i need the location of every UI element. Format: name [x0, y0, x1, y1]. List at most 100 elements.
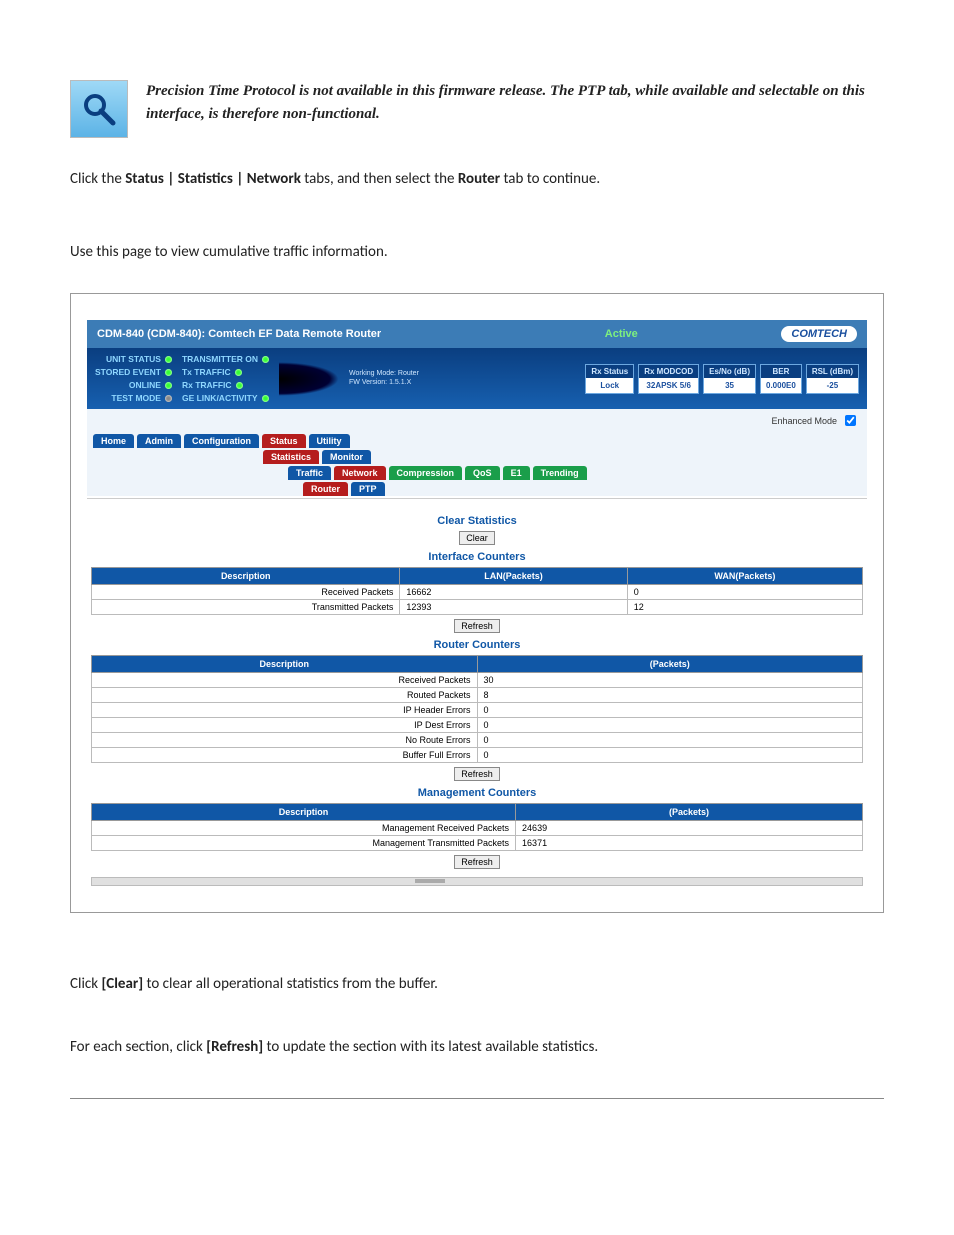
tab-home[interactable]: Home [93, 434, 134, 448]
intro-paragraph-1: Click the Status | Statistics | Network … [70, 168, 884, 191]
cell: 0 [477, 703, 863, 718]
interface-counters-table: Description LAN(Packets) WAN(Packets) Re… [91, 567, 863, 615]
table-row: Received Packets166620 [92, 585, 863, 600]
text-bold: [Clear] [101, 975, 143, 993]
led-label: TRANSMITTER ON [182, 354, 258, 364]
cell: IP Header Errors [92, 703, 478, 718]
col-wan: WAN(Packets) [627, 568, 862, 585]
table-row: Transmitted Packets1239312 [92, 600, 863, 615]
cell: 16662 [400, 585, 627, 600]
working-mode-text: Working Mode: Router FW Version: 1.5.1.X [349, 370, 419, 387]
text: to update the section with its latest av… [263, 1038, 598, 1056]
led-label: Tx TRAFFIC [182, 367, 231, 377]
text: Click [70, 975, 101, 993]
table-row: IP Dest Errors0 [92, 718, 863, 733]
rx-value: 0.000E0 [761, 378, 801, 393]
table-row: Management Transmitted Packets16371 [92, 836, 863, 851]
status-band: UNIT STATUS STORED EVENT ONLINE TEST MOD… [87, 348, 867, 409]
tab-configuration[interactable]: Configuration [184, 434, 259, 448]
clear-button[interactable]: Clear [459, 531, 495, 545]
col-description: Description [92, 656, 478, 673]
led-icon [262, 395, 269, 402]
tab-trending[interactable]: Trending [533, 466, 587, 480]
enhanced-mode-row: Enhanced Mode [87, 409, 867, 432]
led-label: STORED EVENT [95, 367, 161, 377]
brand-logo: COMTECH [781, 326, 857, 342]
led-label: GE LINK/ACTIVITY [182, 393, 258, 403]
tab-traffic[interactable]: Traffic [288, 466, 331, 480]
enhanced-mode-checkbox[interactable] [845, 415, 856, 426]
tab-e1[interactable]: E1 [503, 466, 530, 480]
tab-compression[interactable]: Compression [389, 466, 463, 480]
tab-monitor[interactable]: Monitor [322, 450, 371, 464]
cell: Management Transmitted Packets [92, 836, 516, 851]
cell: Buffer Full Errors [92, 748, 478, 763]
led-icon [165, 395, 172, 402]
rx-info-boxes: Rx StatusLock Rx MODCOD32APSK 5/6 Es/No … [585, 364, 859, 394]
tab-statistics[interactable]: Statistics [263, 450, 319, 464]
cell: Routed Packets [92, 688, 478, 703]
cell: Management Received Packets [92, 821, 516, 836]
text-bold: Router [458, 170, 500, 188]
rx-value: -25 [807, 378, 858, 393]
text: tabs, and then select the [301, 170, 458, 188]
cell: 16371 [516, 836, 863, 851]
tab-utility[interactable]: Utility [309, 434, 350, 448]
tab-router[interactable]: Router [303, 482, 348, 496]
cell: 12 [627, 600, 862, 615]
led-icon [165, 356, 172, 363]
refresh-button[interactable]: Refresh [454, 619, 500, 633]
text-bold: [Refresh] [206, 1038, 263, 1056]
led-icon [165, 369, 172, 376]
cell: IP Dest Errors [92, 718, 478, 733]
led-icon [236, 382, 243, 389]
text: Click the [70, 170, 125, 188]
text-bold: Status | Statistics | Network [125, 170, 301, 188]
note-text: Precision Time Protocol is not available… [146, 80, 884, 125]
table-row: No Route Errors0 [92, 733, 863, 748]
rx-header: Es/No (dB) [704, 365, 755, 378]
enhanced-mode-label: Enhanced Mode [771, 416, 837, 426]
rx-value: 32APSK 5/6 [639, 378, 698, 393]
cell: Received Packets [92, 673, 478, 688]
magnifier-icon [70, 80, 128, 138]
refresh-button[interactable]: Refresh [454, 855, 500, 869]
section-router-title: Router Counters [91, 639, 863, 651]
cell: Received Packets [92, 585, 400, 600]
rx-header: Rx Status [586, 365, 633, 378]
table-row: Received Packets30 [92, 673, 863, 688]
tab-network[interactable]: Network [334, 466, 386, 480]
rx-value: 35 [704, 378, 755, 393]
text: Working Mode: Router [349, 370, 419, 378]
window-titlebar: CDM-840 (CDM-840): Comtech EF Data Remot… [87, 320, 867, 348]
tab-qos[interactable]: QoS [465, 466, 500, 480]
cell: 24639 [516, 821, 863, 836]
cell: 0 [477, 718, 863, 733]
section-mgmt-title: Management Counters [91, 787, 863, 799]
outro-paragraph-1: Click [Clear] to clear all operational s… [70, 973, 884, 996]
refresh-button[interactable]: Refresh [454, 767, 500, 781]
cell: 0 [627, 585, 862, 600]
status-leds-left: UNIT STATUS STORED EVENT ONLINE TEST MOD… [95, 354, 172, 403]
note-callout: Precision Time Protocol is not available… [70, 80, 884, 138]
rx-header: RSL (dBm) [807, 365, 858, 378]
led-label: ONLINE [129, 380, 161, 390]
horizontal-scrollbar[interactable] [91, 877, 863, 886]
cell: 30 [477, 673, 863, 688]
management-counters-table: Description (Packets) Management Receive… [91, 803, 863, 851]
table-row: Routed Packets8 [92, 688, 863, 703]
tab-status[interactable]: Status [262, 434, 306, 448]
section-interface-title: Interface Counters [91, 551, 863, 563]
document-page: Precision Time Protocol is not available… [0, 0, 954, 1147]
tab-ptp[interactable]: PTP [351, 482, 385, 496]
rx-header: Rx MODCOD [639, 365, 698, 378]
cell: 8 [477, 688, 863, 703]
status-leds-right: TRANSMITTER ON Tx TRAFFIC Rx TRAFFIC GE … [182, 354, 269, 403]
page-content: Clear Statistics Clear Interface Counter… [87, 498, 867, 896]
led-label: Rx TRAFFIC [182, 380, 232, 390]
led-label: UNIT STATUS [106, 354, 161, 364]
router-screenshot: CDM-840 (CDM-840): Comtech EF Data Remot… [70, 293, 884, 913]
footer-rule [70, 1098, 884, 1099]
col-lan: LAN(Packets) [400, 568, 627, 585]
tab-admin[interactable]: Admin [137, 434, 181, 448]
